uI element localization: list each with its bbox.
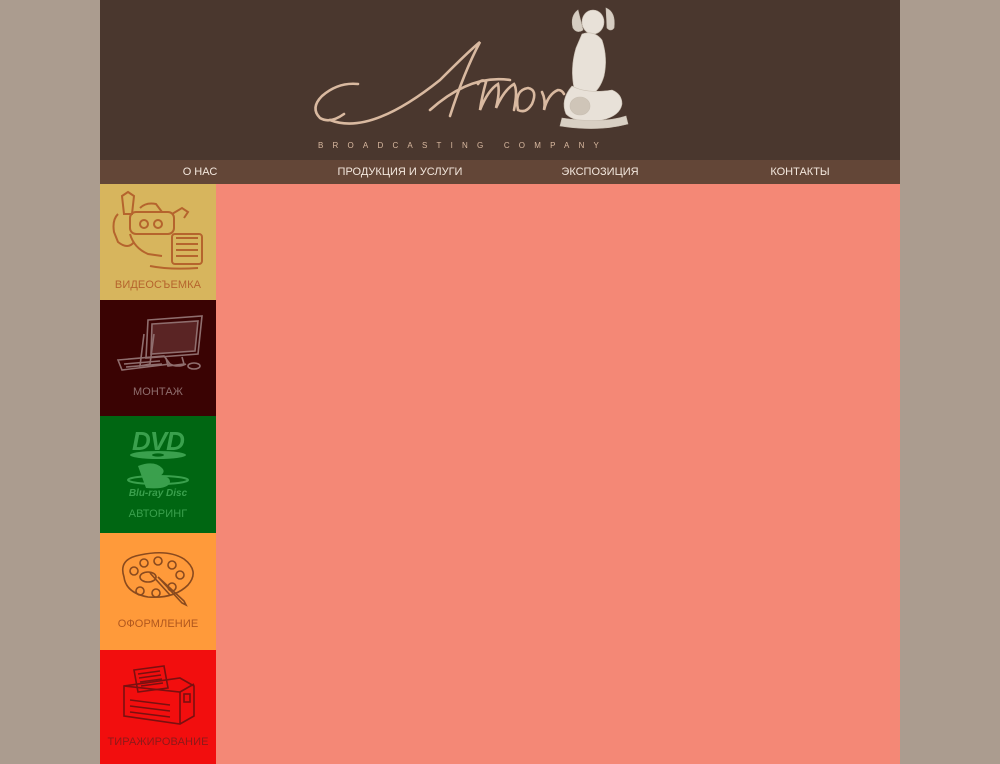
header: BROADCASTING COMPANY (100, 0, 900, 160)
video-camera-icon (112, 190, 203, 270)
service-label-authoring: АВТОРИНГ (128, 508, 188, 520)
editing-workstation-icon (116, 315, 203, 371)
services-sidebar: ВИДЕОСЪЕМКА МОНТАЖ DVD Blu-ray Disc АВТО… (100, 184, 216, 764)
palette-icon (121, 551, 194, 607)
service-tile-editing[interactable]: МОНТАЖ (100, 300, 216, 416)
service-label-replication: ТИРАЖИРОВАНИЕ (107, 736, 209, 748)
service-tile-replication[interactable]: ТИРАЖИРОВАНИЕ (100, 650, 216, 764)
dvd-bluray-logo-icon: DVD Blu-ray Disc (127, 426, 189, 499)
service-tile-design[interactable]: ОФОРМЛЕНИЕ (100, 533, 216, 650)
page-container: BROADCASTING COMPANY О НАС ПРОДУКЦИЯ И У… (100, 0, 900, 764)
nav-item-contacts[interactable]: КОНТАКТЫ (700, 160, 900, 184)
amor-logo-graphic: BROADCASTING COMPANY (314, 7, 629, 150)
nav-item-products-services[interactable]: ПРОДУКЦИЯ И УСЛУГИ (300, 160, 500, 184)
logo-tagline: BROADCASTING COMPANY (318, 141, 608, 150)
main-content-area (216, 184, 900, 764)
service-label-editing: МОНТАЖ (132, 386, 184, 398)
service-label-videography: ВИДЕОСЪЕМКА (114, 279, 202, 291)
cherub-statue-icon (559, 7, 629, 129)
service-label-design: ОФОРМЛЕНИЕ (117, 618, 199, 630)
disc-duplicator-icon (123, 665, 195, 725)
service-tile-authoring[interactable]: DVD Blu-ray Disc АВТОРИНГ (100, 416, 216, 533)
svg-text:Blu-ray Disc: Blu-ray Disc (129, 488, 188, 499)
service-tile-videography[interactable]: ВИДЕОСЪЕМКА (100, 184, 216, 300)
main-nav: О НАС ПРОДУКЦИЯ И УСЛУГИ ЭКСПОЗИЦИЯ КОНТ… (100, 160, 900, 184)
amor-logo[interactable]: BROADCASTING COMPANY (310, 0, 640, 160)
nav-item-about[interactable]: О НАС (100, 160, 300, 184)
nav-item-exposition[interactable]: ЭКСПОЗИЦИЯ (500, 160, 700, 184)
